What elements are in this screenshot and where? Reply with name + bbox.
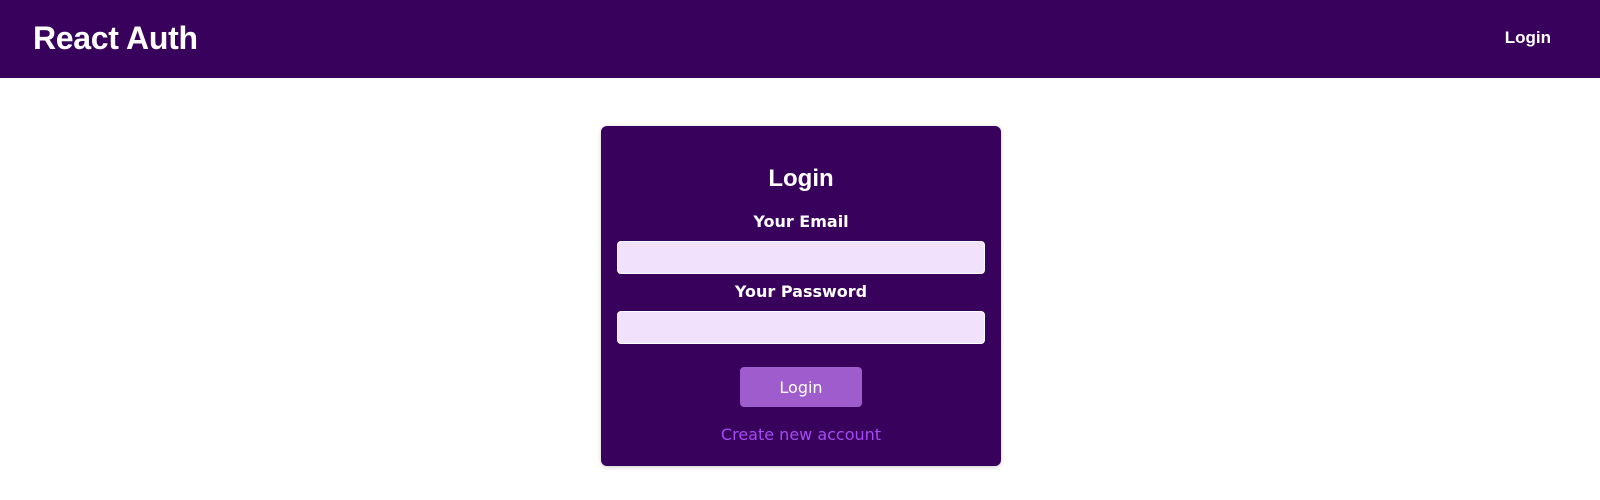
password-label: Your Password [734, 282, 868, 301]
email-input[interactable] [617, 241, 985, 274]
nav-login-link[interactable]: Login [1505, 26, 1551, 50]
login-button[interactable]: Login [740, 367, 862, 407]
login-card: Login Your Email Your Password Login Cre… [601, 126, 1001, 466]
password-input[interactable] [617, 311, 985, 344]
top-navbar: React Auth Login [0, 0, 1600, 78]
email-label: Your Email [753, 212, 849, 231]
app-logo[interactable]: React Auth [33, 18, 198, 58]
create-account-link[interactable]: Create new account [601, 425, 1001, 445]
form-title: Login [768, 165, 834, 192]
